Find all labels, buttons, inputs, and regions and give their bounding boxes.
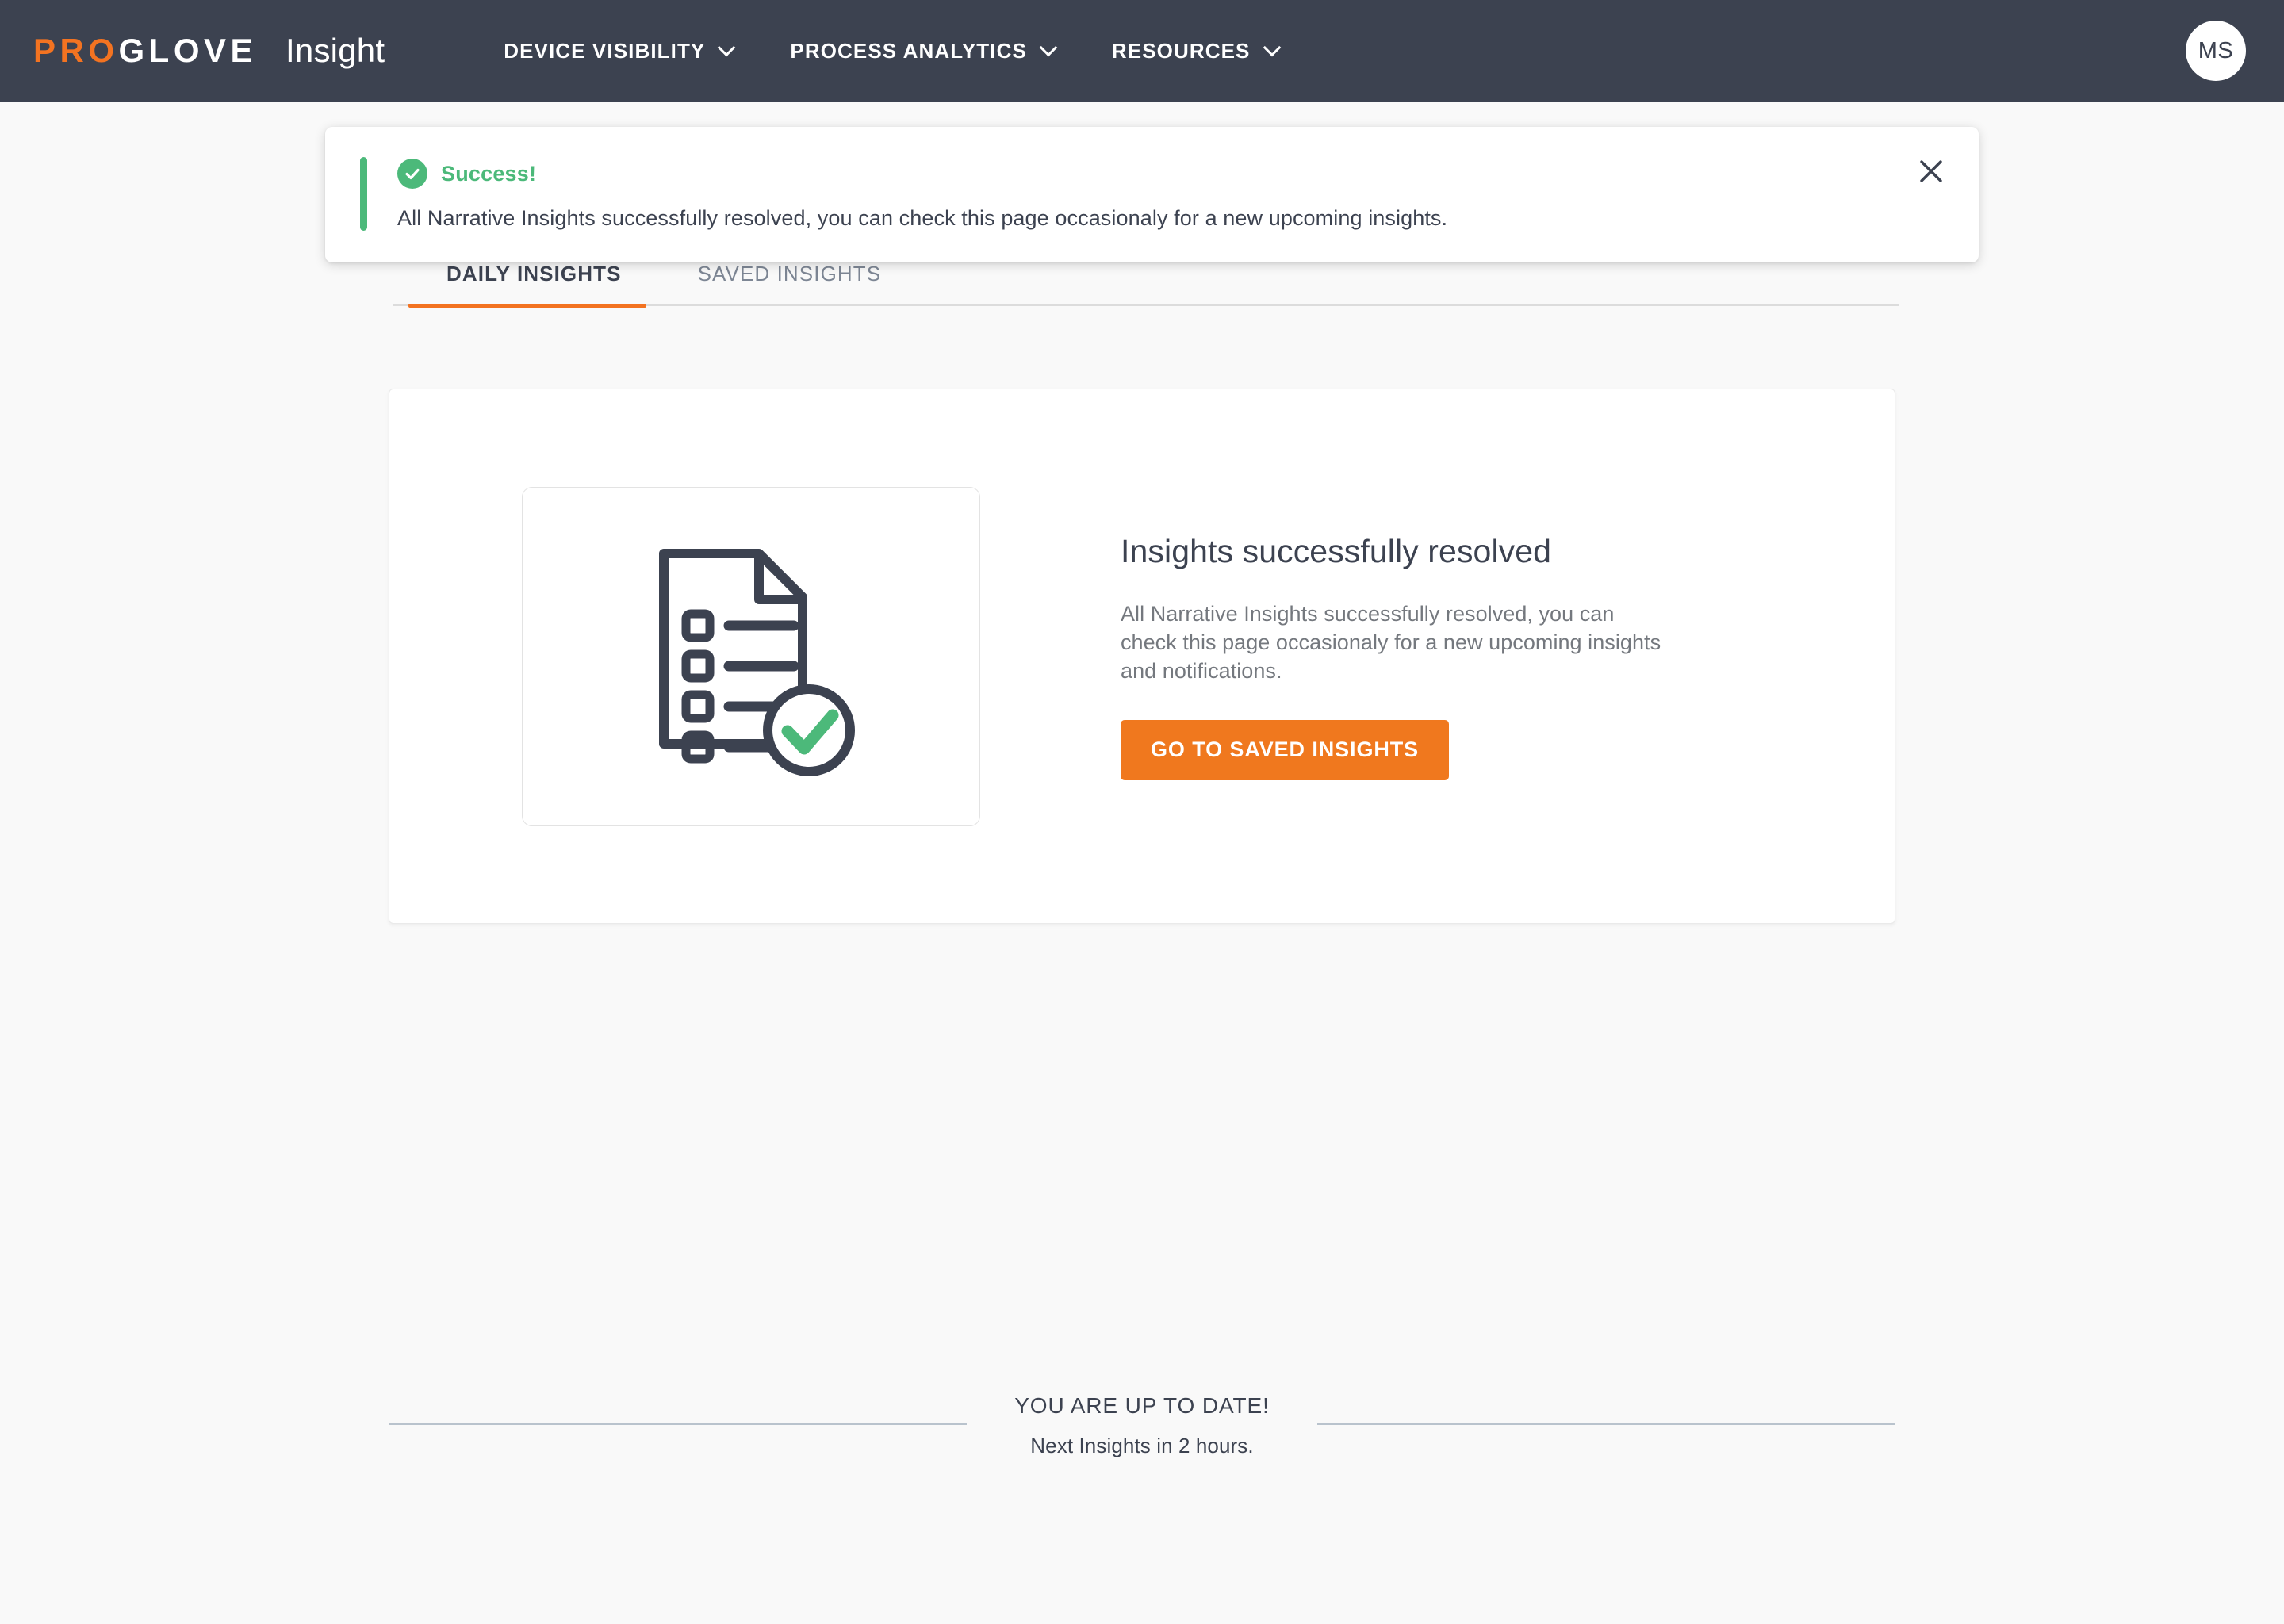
toast-body: Success! All Narrative Insights successf…	[397, 157, 1944, 231]
card-text-block: Insights successfully resolved All Narra…	[1121, 532, 1668, 780]
toast-title: Success!	[441, 161, 537, 186]
footer-title: YOU ARE UP TO DATE!	[1014, 1393, 1270, 1418]
product-name: Insight	[286, 32, 385, 69]
tab-underline	[393, 304, 1899, 308]
brand: PROGLOVE Insight	[33, 34, 385, 67]
toast-title-row: Success!	[397, 159, 1944, 189]
up-to-date-footer: YOU ARE UP TO DATE! Next Insights in 2 h…	[389, 1392, 1895, 1457]
nav-item-device-visibility[interactable]: DEVICE VISIBILITY	[504, 39, 734, 63]
avatar[interactable]: MS	[2186, 21, 2246, 81]
close-icon[interactable]	[1910, 151, 1952, 192]
main-nav: DEVICE VISIBILITY PROCESS ANALYTICS RESO…	[504, 39, 1279, 63]
check-circle-icon	[397, 159, 427, 189]
success-toast: Success! All Narrative Insights successf…	[325, 127, 1979, 262]
footer-subtitle: Next Insights in 2 hours.	[1030, 1434, 1254, 1457]
chevron-down-icon	[1040, 40, 1056, 56]
proglove-logo[interactable]: PROGLOVE	[33, 34, 257, 67]
nav-item-resources[interactable]: RESOURCES	[1112, 39, 1280, 63]
logo-pro-text: PRO	[33, 32, 119, 69]
footer-divider-right	[1316, 1423, 1895, 1425]
go-to-saved-insights-button[interactable]: GO TO SAVED INSIGHTS	[1121, 719, 1450, 780]
chevron-down-icon	[1264, 40, 1280, 56]
nav-item-process-analytics[interactable]: PROCESS ANALYTICS	[790, 39, 1056, 63]
app-header: PROGLOVE Insight DEVICE VISIBILITY PROCE…	[0, 0, 2284, 102]
tab-saved-insights[interactable]: SAVED INSIGHTS	[660, 262, 920, 304]
logo-glove-text: GLOVE	[118, 32, 258, 69]
insights-resolved-card: Insights successfully resolved All Narra…	[389, 389, 1895, 924]
insights-tabs: DAILY INSIGHTS SAVED INSIGHTS	[393, 262, 1899, 308]
toast-message: All Narrative Insights successfully reso…	[397, 206, 1448, 230]
nav-item-label: RESOURCES	[1111, 38, 1251, 63]
nav-item-label: PROCESS ANALYTICS	[790, 38, 1027, 63]
footer-center: YOU ARE UP TO DATE! Next Insights in 2 h…	[967, 1393, 1317, 1458]
card-description: All Narrative Insights successfully reso…	[1121, 602, 1661, 684]
tab-list: DAILY INSIGHTS SAVED INSIGHTS	[393, 262, 1899, 304]
tab-daily-insights[interactable]: DAILY INSIGHTS	[408, 262, 660, 304]
toast-accent-bar	[360, 157, 367, 231]
card-title: Insights successfully resolved	[1121, 533, 1552, 570]
nav-item-label: DEVICE VISIBILITY	[504, 38, 706, 63]
illustration-container	[522, 486, 980, 826]
footer-divider-left	[389, 1423, 968, 1425]
document-checklist-success-icon	[632, 538, 870, 776]
chevron-down-icon	[719, 40, 734, 56]
